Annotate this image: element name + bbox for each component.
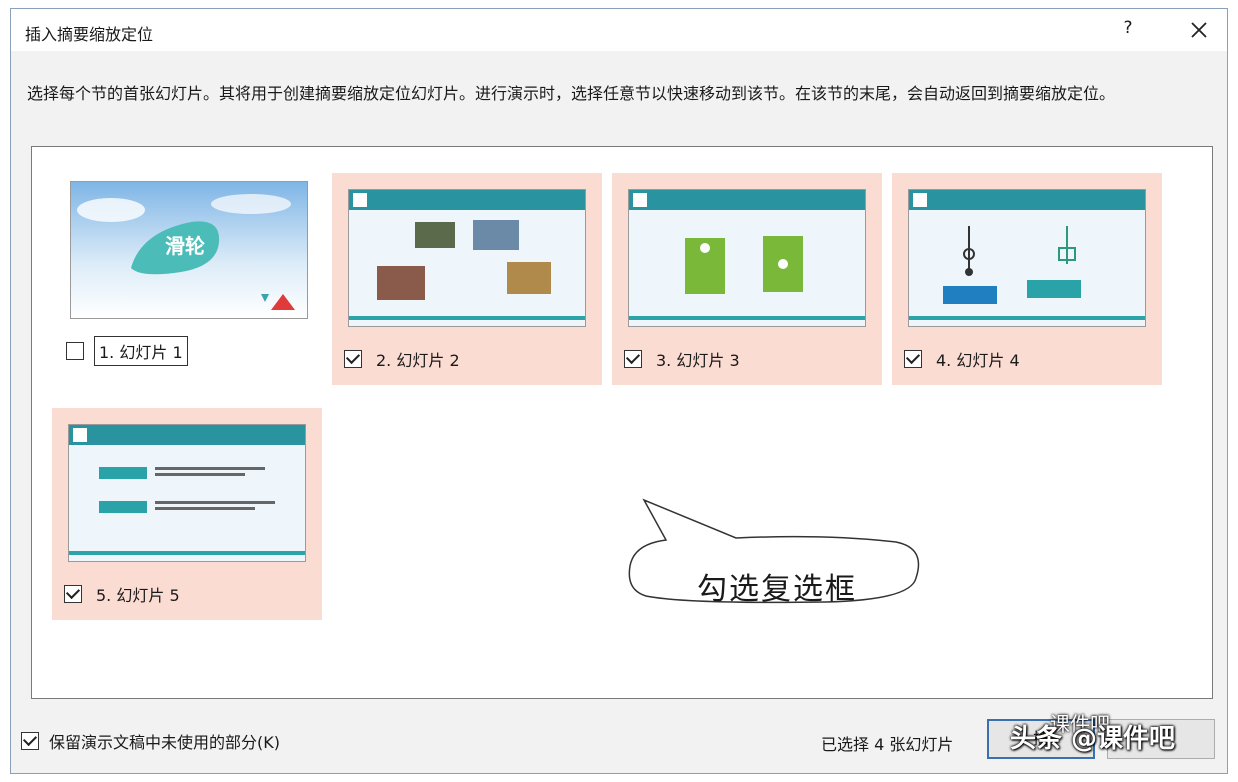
insert-summary-zoom-dialog: 插入摘要缩放定位 ? 选择每个节的首张幻灯片。其将用于创建摘要缩放定位幻灯片。进… xyxy=(10,8,1228,774)
slide-tile-2[interactable]: 2. 幻灯片 2 xyxy=(332,173,602,385)
help-button[interactable]: ? xyxy=(1117,18,1139,42)
slide-check-row[interactable]: 5. 幻灯片 5 xyxy=(64,580,184,608)
slide-label-2: 2. 幻灯片 2 xyxy=(376,351,460,370)
keep-unused-label: 保留演示文稿中未使用的部分(K) xyxy=(49,733,280,752)
slide-label-4: 4. 幻灯片 4 xyxy=(936,351,1020,370)
slide-tile-4[interactable]: 4. 幻灯片 4 xyxy=(892,173,1162,385)
selection-status: 已选择 4 张幻灯片 xyxy=(821,735,954,754)
slide-check-row[interactable]: 3. 幻灯片 3 xyxy=(624,345,744,373)
slide-thumbnail[interactable] xyxy=(628,189,866,327)
title-bar: 插入摘要缩放定位 ? xyxy=(11,9,1227,51)
slide-tile-5[interactable]: 5. 幻灯片 5 xyxy=(52,408,322,620)
dialog-description: 选择每个节的首张幻灯片。其将用于创建摘要缩放定位幻灯片。进行演示时，选择任意节以… xyxy=(27,84,1116,103)
thumbnail-title: 滑轮 xyxy=(165,234,205,258)
slide-label-1: 1. 幻灯片 1 xyxy=(94,336,188,366)
callout-text: 勾选复选框 xyxy=(697,572,857,607)
annotation-callout: 勾选复选框 xyxy=(628,498,922,636)
close-icon[interactable] xyxy=(1185,16,1213,44)
slide-thumbnail[interactable] xyxy=(68,424,306,562)
slide-label-3: 3. 幻灯片 3 xyxy=(656,351,740,370)
slide-label-5: 5. 幻灯片 5 xyxy=(96,586,180,605)
slide-list: 滑轮 1. 幻灯片 1 2. 幻灯片 2 3. 幻灯片 3 4. 幻灯片 4 5… xyxy=(31,146,1213,699)
slide-checkbox-3[interactable] xyxy=(624,350,642,368)
slide-tile-3[interactable]: 3. 幻灯片 3 xyxy=(612,173,882,385)
dialog-title: 插入摘要缩放定位 xyxy=(25,25,154,44)
slide-checkbox-4[interactable] xyxy=(904,350,922,368)
keep-unused-checkbox[interactable] xyxy=(21,732,39,750)
watermark: 头条 @课件吧 xyxy=(1010,718,1175,755)
slide-thumbnail[interactable]: 滑轮 xyxy=(70,181,308,319)
slide-check-row[interactable]: 1. 幻灯片 1 xyxy=(66,336,188,366)
slide-checkbox-2[interactable] xyxy=(344,350,362,368)
slide-thumbnail[interactable] xyxy=(348,189,586,327)
slide-tile-1[interactable]: 滑轮 1. 幻灯片 1 xyxy=(54,165,324,377)
slide-checkbox-1[interactable] xyxy=(66,342,84,360)
keep-unused-option[interactable]: 保留演示文稿中未使用的部分(K) xyxy=(21,729,280,753)
slide-checkbox-5[interactable] xyxy=(64,585,82,603)
watermark-text: 头条 @课件吧 xyxy=(1010,724,1176,754)
slide-check-row[interactable]: 2. 幻灯片 2 xyxy=(344,345,464,373)
slide-thumbnail[interactable] xyxy=(908,189,1146,327)
slide-check-row[interactable]: 4. 幻灯片 4 xyxy=(904,345,1024,373)
